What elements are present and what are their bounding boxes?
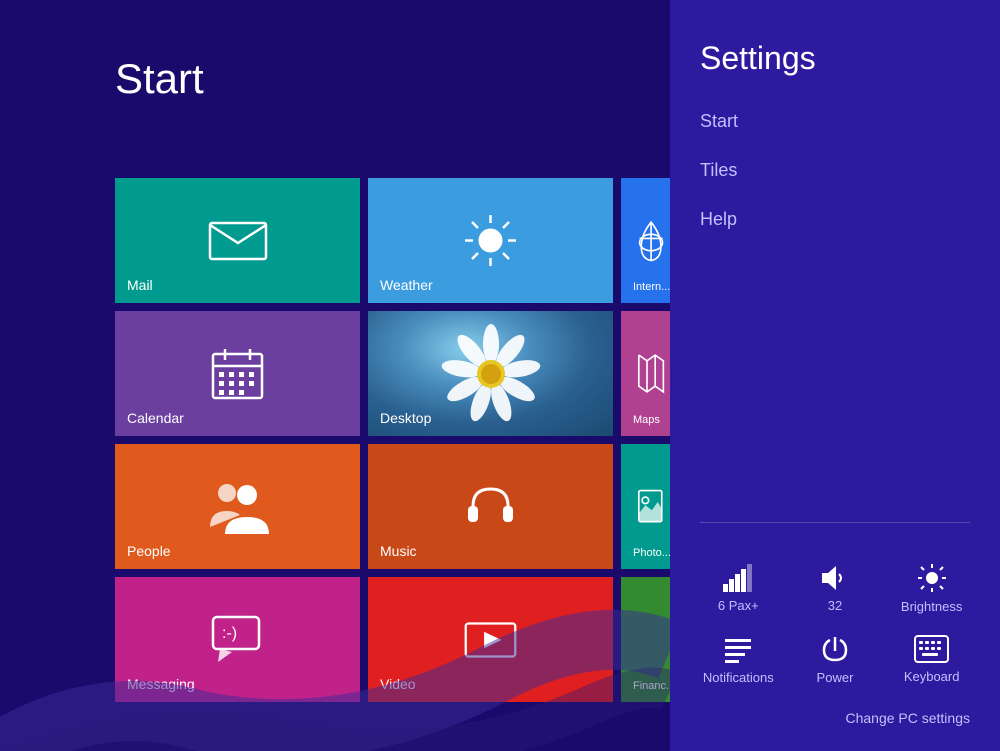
signal-label: 6 Pax+ xyxy=(718,598,759,613)
internet-icon xyxy=(634,218,669,263)
desktop-flower-icon xyxy=(436,319,546,429)
video-label: Video xyxy=(380,676,416,692)
settings-title: Settings xyxy=(670,0,1000,97)
settings-item-help[interactable]: Help xyxy=(700,195,970,244)
tile-messaging[interactable]: :-) Messaging xyxy=(115,577,360,702)
weather-label: Weather xyxy=(380,277,433,293)
messaging-label: Messaging xyxy=(127,676,195,692)
brightness-label: Brightness xyxy=(901,599,962,614)
notifications-icon xyxy=(723,634,753,664)
video-icon xyxy=(463,620,518,660)
settings-item-tiles[interactable]: Tiles xyxy=(700,146,970,195)
weather-icon xyxy=(463,213,518,268)
settings-item-start[interactable]: Start xyxy=(700,97,970,146)
settings-panel: Settings Start Tiles Help 6 Pax+ xyxy=(670,0,1000,751)
tile-people[interactable]: People xyxy=(115,444,360,569)
svg-text::-): :-) xyxy=(222,625,237,642)
people-label: People xyxy=(127,543,171,559)
icons-row-2: Notifications Power xyxy=(690,624,980,695)
calendar-icon xyxy=(210,346,265,401)
settings-icons: 6 Pax+ 32 xyxy=(670,543,1000,695)
tiles-grid: Mail Weather xyxy=(115,178,681,702)
change-pc-settings[interactable]: Change PC settings xyxy=(670,695,1000,751)
start-panel: Start Mail Weather xyxy=(0,0,670,751)
power-label: Power xyxy=(817,670,854,685)
photos-icon xyxy=(634,484,669,529)
photos-label: Photo... xyxy=(633,547,671,559)
music-icon xyxy=(463,479,518,534)
brightness-item[interactable]: Brightness xyxy=(892,563,972,614)
finance-label: Financ... xyxy=(633,680,675,692)
power-item[interactable]: Power xyxy=(795,634,875,685)
keyboard-item[interactable]: Keyboard xyxy=(892,635,972,684)
volume-icon xyxy=(820,564,850,592)
notifications-label: Notifications xyxy=(703,670,774,685)
tile-calendar[interactable]: Calendar xyxy=(115,311,360,436)
tile-desktop[interactable]: Desktop xyxy=(368,311,613,436)
messaging-icon: :-) xyxy=(210,612,265,667)
maps-label: Maps xyxy=(633,414,660,426)
tile-mail[interactable]: Mail xyxy=(115,178,360,303)
people-icon xyxy=(205,479,270,534)
tile-music[interactable]: Music xyxy=(368,444,613,569)
calendar-label: Calendar xyxy=(127,410,184,426)
signal-icon xyxy=(723,564,753,592)
notifications-item[interactable]: Notifications xyxy=(698,634,778,685)
mail-label: Mail xyxy=(127,277,153,293)
internet-label: Intern... xyxy=(633,281,670,293)
brightness-icon xyxy=(917,563,947,593)
icons-row-1: 6 Pax+ 32 xyxy=(690,553,980,624)
tile-video[interactable]: Video xyxy=(368,577,613,702)
tile-weather[interactable]: Weather xyxy=(368,178,613,303)
volume-item[interactable]: 32 xyxy=(795,564,875,613)
start-title: Start xyxy=(115,55,204,103)
desktop-label: Desktop xyxy=(380,410,431,426)
maps-icon xyxy=(634,351,669,396)
power-icon xyxy=(820,634,850,664)
mail-icon xyxy=(208,221,268,261)
keyboard-label: Keyboard xyxy=(904,669,960,684)
settings-menu: Start Tiles Help xyxy=(670,97,1000,502)
keyboard-icon xyxy=(914,635,949,663)
signal-item[interactable]: 6 Pax+ xyxy=(698,564,778,613)
volume-label: 32 xyxy=(828,598,842,613)
music-label: Music xyxy=(380,543,417,559)
settings-divider xyxy=(700,522,970,523)
